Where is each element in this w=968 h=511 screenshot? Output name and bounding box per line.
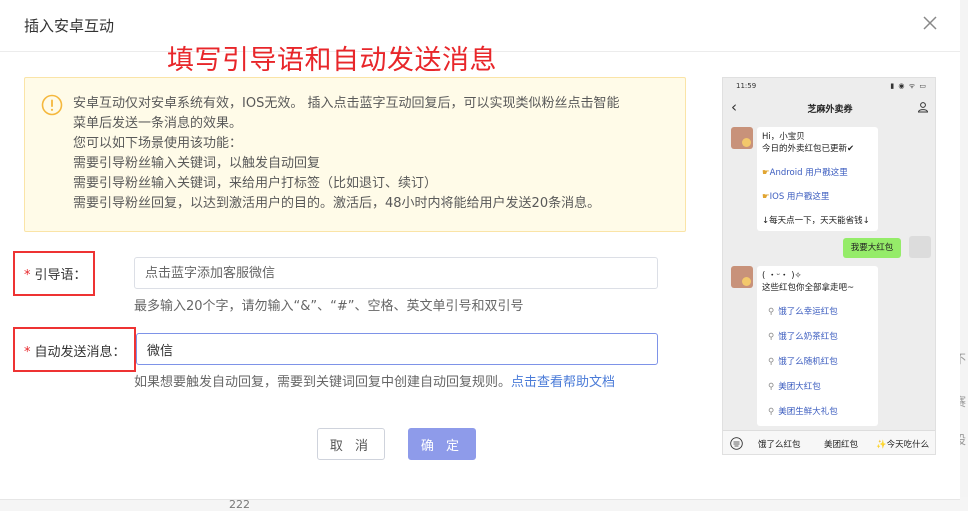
- bot-avatar: [731, 127, 753, 149]
- chat-bubble: ( ・ᵕ・ )✧ 这些红包你全部拿走吧~ ⚲ 饿了么幸运红包 ⚲ 饿了么奶茶红包 ⚲…: [757, 266, 878, 426]
- link-icon: ⚲: [768, 307, 775, 317]
- dialog-title: 插入安卓互动: [24, 17, 115, 35]
- confirm-button[interactable]: 确 定: [408, 428, 476, 460]
- chat-link: 饿了么幸运红包: [778, 307, 838, 317]
- pointing-hand-icon: ☛: [762, 168, 770, 178]
- phone-menu-item: ✨今天吃什么: [876, 440, 930, 450]
- guide-text-input[interactable]: [134, 257, 658, 289]
- link-icon: ⚲: [768, 357, 775, 367]
- auto-message-help: 如果想要触发自动回复，需要到关键词回复中创建自动回复规则。: [134, 375, 512, 390]
- link-icon: ⚲: [768, 382, 775, 392]
- pointing-hand-icon: ☛: [762, 192, 770, 202]
- auto-message-input[interactable]: [136, 333, 658, 365]
- chat-link: 美团大红包: [778, 382, 821, 392]
- cancel-button[interactable]: 取 消: [317, 428, 385, 460]
- phone-time: 11:59: [736, 82, 757, 90]
- phone-menu-item: 美团红包: [824, 440, 859, 450]
- chat-link: 饿了么随机红包: [778, 357, 838, 367]
- chat-link: 美团生鲜大礼包: [778, 407, 838, 417]
- required-mark: *: [24, 268, 31, 283]
- phone-nav-bar: ‹ 芝麻外卖券: [723, 95, 935, 121]
- warning-icon: [41, 94, 63, 116]
- chat-link: Android 用户戳这里: [769, 168, 848, 178]
- bot-avatar: [731, 266, 753, 288]
- chat-text: 这些红包你全部拿走吧~: [762, 283, 855, 293]
- notice-text: 安卓互动仅对安卓系统有效，IOS无效。 插入点击蓝字互动回复后，可以实现类似粉丝…: [73, 96, 620, 111]
- chat-text: ( ・ᵕ・ )✧: [762, 271, 802, 281]
- auto-message-label-text: 自动发送消息：: [34, 345, 126, 360]
- user-profile-icon: [917, 101, 929, 113]
- auto-message-label: * 自动发送消息：: [24, 341, 126, 360]
- notice-text: 需要引导粉丝输入关键词，以触发自动回复: [73, 156, 321, 171]
- phone-status-bar: 11:59 ▮ ◉ ᯤ ▭: [723, 78, 935, 94]
- chat-text: 今日的外卖红包已更新✔: [762, 144, 855, 154]
- chat-link: IOS 用户戳这里: [769, 192, 830, 202]
- phone-preview: 11:59 ▮ ◉ ᯤ ▭ ‹ 芝麻外卖券 Hi，小宝贝 今日的外卖红包已更新✔…: [722, 77, 936, 455]
- guide-label: * 引导语：: [24, 264, 87, 283]
- notice-box: 安卓互动仅对安卓系统有效，IOS无效。 插入点击蓝字互动回复后，可以实现类似粉丝…: [24, 77, 686, 232]
- chat-link: 饿了么奶茶红包: [778, 332, 838, 342]
- keyboard-icon: [730, 437, 743, 450]
- guide-help-text: 最多输入20个字，请勿输入“&”、“#”、空格、英文单引号和双引号: [134, 299, 524, 314]
- insert-android-interaction-dialog: 插入安卓互动 填写引导语和自动发送消息 安卓互动仅对安卓系统有效，IOS无效。 …: [0, 0, 960, 500]
- chat-text: Hi，小宝贝: [762, 132, 805, 142]
- chat-bubble: Hi，小宝贝 今日的外卖红包已更新✔ ☛Android 用户戳这里 ☛IOS 用…: [757, 127, 878, 231]
- annotation-overlay-text: 填写引导语和自动发送消息: [167, 45, 497, 76]
- phone-status-icons: ▮ ◉ ᯤ ▭: [890, 82, 927, 90]
- chat-text: ↓每天点一下，天天能省钱↓: [762, 216, 870, 226]
- notice-text: 需要引导粉丝回复，以达到激活用户的目的。激活后，48小时内将能给用户发送20条消…: [73, 196, 601, 211]
- link-icon: ⚲: [768, 332, 775, 342]
- help-doc-link[interactable]: 点击查看帮助文档: [511, 375, 615, 390]
- guide-label-text: 引导语：: [34, 268, 87, 283]
- required-mark: *: [24, 345, 31, 360]
- link-icon: ⚲: [768, 407, 775, 417]
- phone-menu-bar: 饿了么红包 美团红包 ✨今天吃什么: [723, 430, 935, 454]
- notice-text: 您可以如下场景使用该功能：: [73, 136, 243, 151]
- phone-chat-title: 芝麻外卖券: [807, 105, 853, 115]
- notice-text: 菜单后发送一条消息的效果。: [73, 116, 243, 131]
- notice-text: 需要引导粉丝输入关键词，来给用户打标签（比如退订、续订）: [73, 176, 438, 191]
- my-chat-bubble: 我要大红包: [843, 238, 901, 258]
- auto-message-help-text: 如果想要触发自动回复，需要到关键词回复中创建自动回复规则。点击查看帮助文档: [134, 371, 615, 390]
- close-icon[interactable]: [922, 15, 938, 31]
- phone-menu-item: 饿了么红包: [758, 440, 801, 450]
- my-avatar: [909, 236, 931, 258]
